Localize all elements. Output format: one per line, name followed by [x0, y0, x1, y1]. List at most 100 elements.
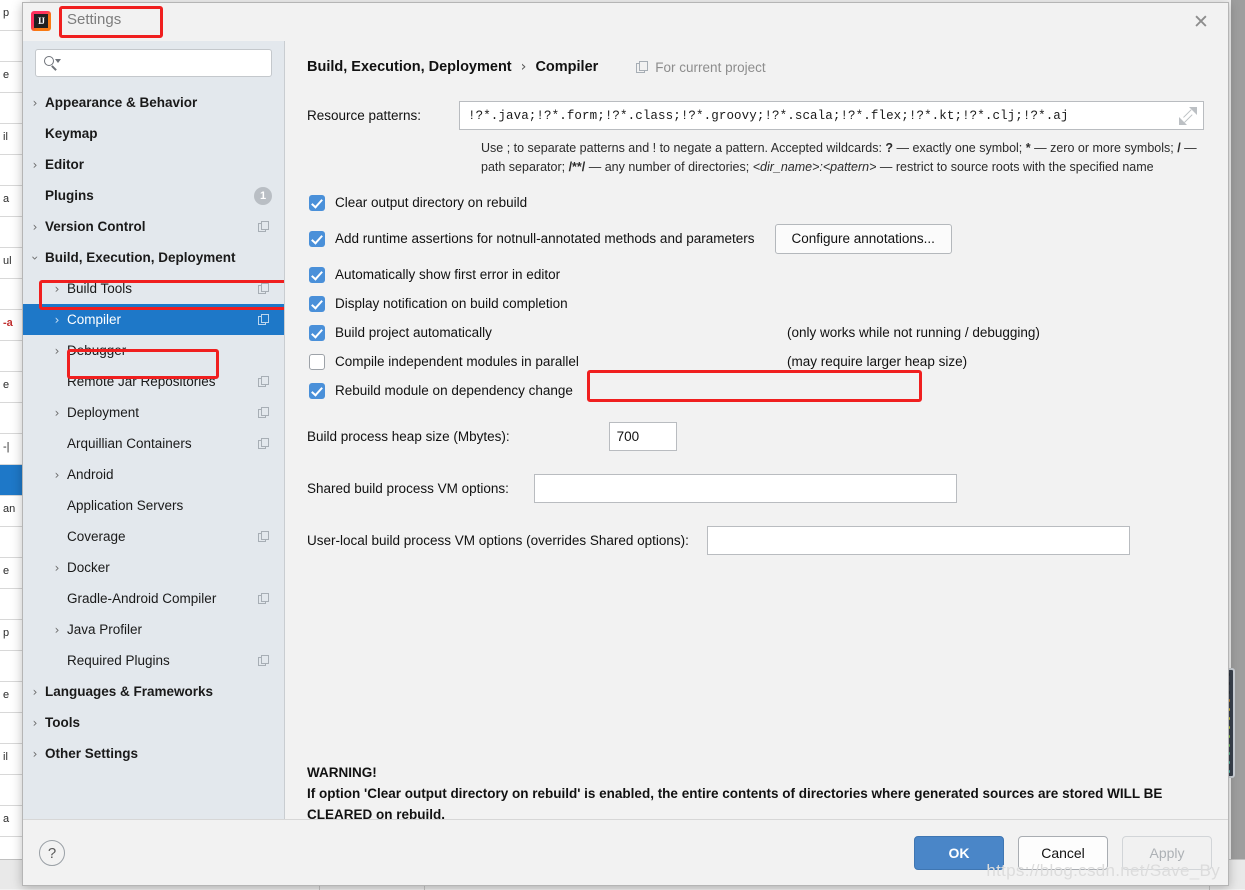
project-scope-icon [258, 314, 270, 326]
checkbox-label: Add runtime assertions for notnull-annot… [335, 231, 755, 246]
sidebar-item-android[interactable]: › Android [23, 459, 284, 490]
heap-size-input[interactable] [609, 422, 677, 451]
project-scope-icon [258, 376, 270, 388]
checkbox-automatically-show-first-error-in-editor[interactable] [309, 267, 325, 283]
breadcrumb-separator-icon: › [521, 59, 527, 75]
chevron-right-icon[interactable]: › [29, 685, 41, 699]
sidebar-item-label: Remote Jar Repositories [67, 374, 216, 389]
for-current-project-label: For current project [636, 60, 765, 75]
chevron-right-icon[interactable]: › [51, 623, 63, 637]
chevron-right-icon[interactable]: › [51, 406, 63, 420]
help-wildcard-question: ? [885, 141, 893, 155]
chevron-right-icon[interactable]: › [51, 468, 63, 482]
checkbox-label: Compile independent modules in parallel [335, 354, 579, 369]
checkbox-clear-output-directory-on-rebuild[interactable] [309, 195, 325, 211]
breadcrumb-leaf: Compiler [535, 59, 598, 75]
sidebar-item-keymap[interactable]: Keymap [23, 118, 284, 149]
help-part-1: Use ; to separate patterns and ! to nega… [481, 141, 885, 155]
sidebar-item-editor[interactable]: › Editor [23, 149, 284, 180]
settings-dialog: IJ Settings ✕ ›Appearance & BehaviorKeym… [22, 2, 1229, 886]
shared-vm-options-label: Shared build process VM options: [307, 481, 509, 496]
sidebar-item-label: Other Settings [45, 746, 138, 761]
sidebar-item-languages-frameworks[interactable]: › Languages & Frameworks [23, 676, 284, 707]
sidebar-item-required-plugins[interactable]: Required Plugins [23, 645, 284, 676]
close-icon[interactable]: ✕ [1188, 11, 1214, 35]
warning-message: WARNING! If option 'Clear output directo… [307, 763, 1207, 819]
sidebar-item-docker[interactable]: › Docker [23, 552, 284, 583]
sidebar-item-java-profiler[interactable]: ›Java Profiler [23, 614, 284, 645]
footer-actions: OK Cancel Apply [914, 836, 1212, 870]
chevron-right-icon[interactable]: › [51, 282, 63, 296]
sidebar-item-other-settings[interactable]: › Other Settings [23, 738, 284, 769]
project-scope-icon [258, 438, 270, 450]
help-dirname-pattern: <dir_name>:<pattern> [753, 160, 877, 174]
checkbox-display-notification-on-build-completion[interactable] [309, 296, 325, 312]
userlocal-vm-options-label: User-local build process VM options (ove… [307, 533, 689, 548]
chevron-right-icon[interactable]: › [29, 96, 41, 110]
sidebar-item-label: Deployment [67, 405, 139, 420]
chevron-right-icon[interactable]: › [51, 561, 63, 575]
sidebar-item-label: Tools [45, 715, 80, 730]
sidebar-item-build-execution-deployment[interactable]: ›Build, Execution, Deployment [23, 242, 284, 273]
shared-vm-options-row: Shared build process VM options: [307, 474, 1204, 503]
shared-vm-options-input[interactable] [534, 474, 957, 503]
chevron-right-icon[interactable]: › [29, 747, 41, 761]
sidebar-item-arquillian-containers[interactable]: Arquillian Containers [23, 428, 284, 459]
checkbox-rebuild-module-on-dependency-change[interactable] [309, 383, 325, 399]
chevron-right-icon[interactable]: › [51, 344, 63, 358]
search-input[interactable] [35, 49, 272, 77]
ok-button[interactable]: OK [914, 836, 1004, 870]
userlocal-vm-options-input[interactable] [707, 526, 1130, 555]
intellij-idea-icon: IJ [31, 11, 51, 31]
chevron-right-icon[interactable]: › [29, 158, 41, 172]
sidebar-item-remote-jar-repositories[interactable]: Remote Jar Repositories [23, 366, 284, 397]
sidebar-item-appearance-behavior[interactable]: › Appearance & Behavior [23, 87, 284, 118]
sidebar-item-version-control[interactable]: › Version Control [23, 211, 284, 242]
sidebar-item-label: Languages & Frameworks [45, 684, 213, 699]
dialog-footer: ? OK Cancel Apply https://blog.csdn.net/… [23, 819, 1228, 885]
chevron-right-icon[interactable]: › [29, 220, 41, 234]
configure-annotations-button[interactable]: Configure annotations... [775, 224, 952, 254]
sidebar-item-build-tools[interactable]: ›Build Tools [23, 273, 284, 304]
cancel-button[interactable]: Cancel [1018, 836, 1108, 870]
sidebar-item-coverage[interactable]: Coverage [23, 521, 284, 552]
sidebar-item-label: Editor [45, 157, 84, 172]
sidebar-item-label: Android [67, 467, 114, 482]
help-part-2: — exactly one symbol; [893, 141, 1026, 155]
help-icon[interactable]: ? [39, 840, 65, 866]
resource-patterns-row: Resource patterns: !?*.java;!?*.form;!?*… [307, 101, 1204, 130]
project-scope-icon [258, 531, 270, 543]
sidebar-item-deployment[interactable]: › Deployment [23, 397, 284, 428]
status-badge: 1 [254, 187, 272, 205]
sidebar-item-application-servers[interactable]: Application Servers [23, 490, 284, 521]
project-scope-icon [258, 283, 270, 295]
compiler-settings-panel: Build, Execution, Deployment › Compiler … [285, 41, 1228, 819]
sidebar-item-gradle-android-compiler[interactable]: Gradle-Android Compiler [23, 583, 284, 614]
project-scope-icon [258, 407, 270, 419]
checkbox-compile-independent-modules-in-parallel[interactable] [309, 354, 325, 370]
sidebar-item-compiler[interactable]: ›Compiler [23, 304, 284, 335]
sidebar-item-label: Keymap [45, 126, 98, 141]
sidebar-item-label: Docker [67, 560, 110, 575]
checkbox-label: Clear output directory on rebuild [335, 195, 527, 210]
sidebar-item-label: Appearance & Behavior [45, 95, 197, 110]
breadcrumb-root[interactable]: Build, Execution, Deployment [307, 59, 512, 75]
userlocal-vm-options-row: User-local build process VM options (ove… [307, 526, 1204, 555]
sidebar-item-label: Arquillian Containers [67, 436, 192, 451]
sidebar-item-label: Version Control [45, 219, 146, 234]
chevron-right-icon[interactable]: › [29, 716, 41, 730]
chevron-right-icon[interactable]: › [51, 313, 63, 327]
sidebar-item-debugger[interactable]: ›Debugger [23, 335, 284, 366]
checkbox-note: (may require larger heap size) [787, 354, 967, 369]
expand-icon[interactable] [1179, 107, 1197, 125]
sidebar-item-plugins[interactable]: Plugins1 [23, 180, 284, 211]
project-scope-icon [636, 61, 649, 74]
checkbox-row: Build project automatically(only works w… [307, 325, 1204, 341]
checkbox-build-project-automatically[interactable] [309, 325, 325, 341]
checkbox-label: Display notification on build completion [335, 296, 568, 311]
chevron-down-icon[interactable]: › [28, 252, 42, 264]
checkbox-add-runtime-assertions-for-notnull-annotated-methods-and-parameters[interactable] [309, 231, 325, 247]
resource-patterns-input[interactable]: !?*.java;!?*.form;!?*.class;!?*.groovy;!… [459, 101, 1204, 130]
sidebar-item-tools[interactable]: › Tools [23, 707, 284, 738]
sidebar-item-label: Build, Execution, Deployment [45, 250, 236, 265]
